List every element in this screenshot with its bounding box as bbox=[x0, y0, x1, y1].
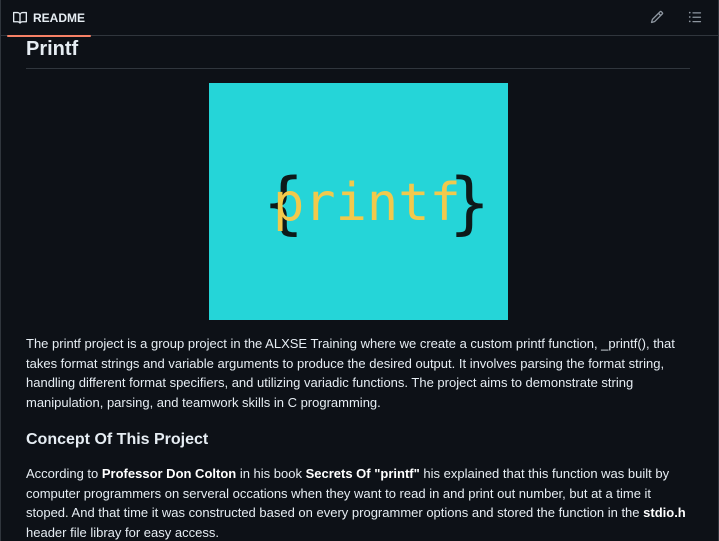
concept-paragraph: According to Professor Don Colton in his… bbox=[26, 464, 690, 541]
readme-content: Printf { printf } The printf project is … bbox=[26, 36, 690, 541]
page-title: Printf bbox=[26, 36, 690, 69]
book-icon bbox=[13, 11, 27, 25]
list-icon[interactable] bbox=[688, 10, 704, 26]
concept-text-4: header file libray for easy access. bbox=[26, 524, 219, 540]
pencil-icon[interactable] bbox=[650, 10, 666, 26]
banner-close-brace: } bbox=[449, 164, 490, 243]
tab-readme[interactable]: README bbox=[7, 0, 92, 37]
concept-text-1: According to bbox=[26, 466, 102, 481]
tab-readme-label: README bbox=[33, 11, 86, 25]
concept-text-2: in his book bbox=[236, 466, 306, 481]
concept-bold-book: Secrets Of "printf" bbox=[305, 466, 420, 481]
concept-bold-header: stdio.h bbox=[643, 505, 686, 520]
banner-word: printf bbox=[273, 173, 461, 233]
concept-heading: Concept Of This Project bbox=[26, 431, 209, 448]
concept-bold-author: Professor Don Colton bbox=[101, 466, 237, 481]
readme-panel: README Printf { printf } The printf proj… bbox=[0, 0, 719, 541]
readme-header: README bbox=[1, 0, 718, 37]
printf-banner-image: { printf } bbox=[208, 83, 508, 320]
intro-paragraph: The printf project is a group project in… bbox=[26, 336, 675, 410]
